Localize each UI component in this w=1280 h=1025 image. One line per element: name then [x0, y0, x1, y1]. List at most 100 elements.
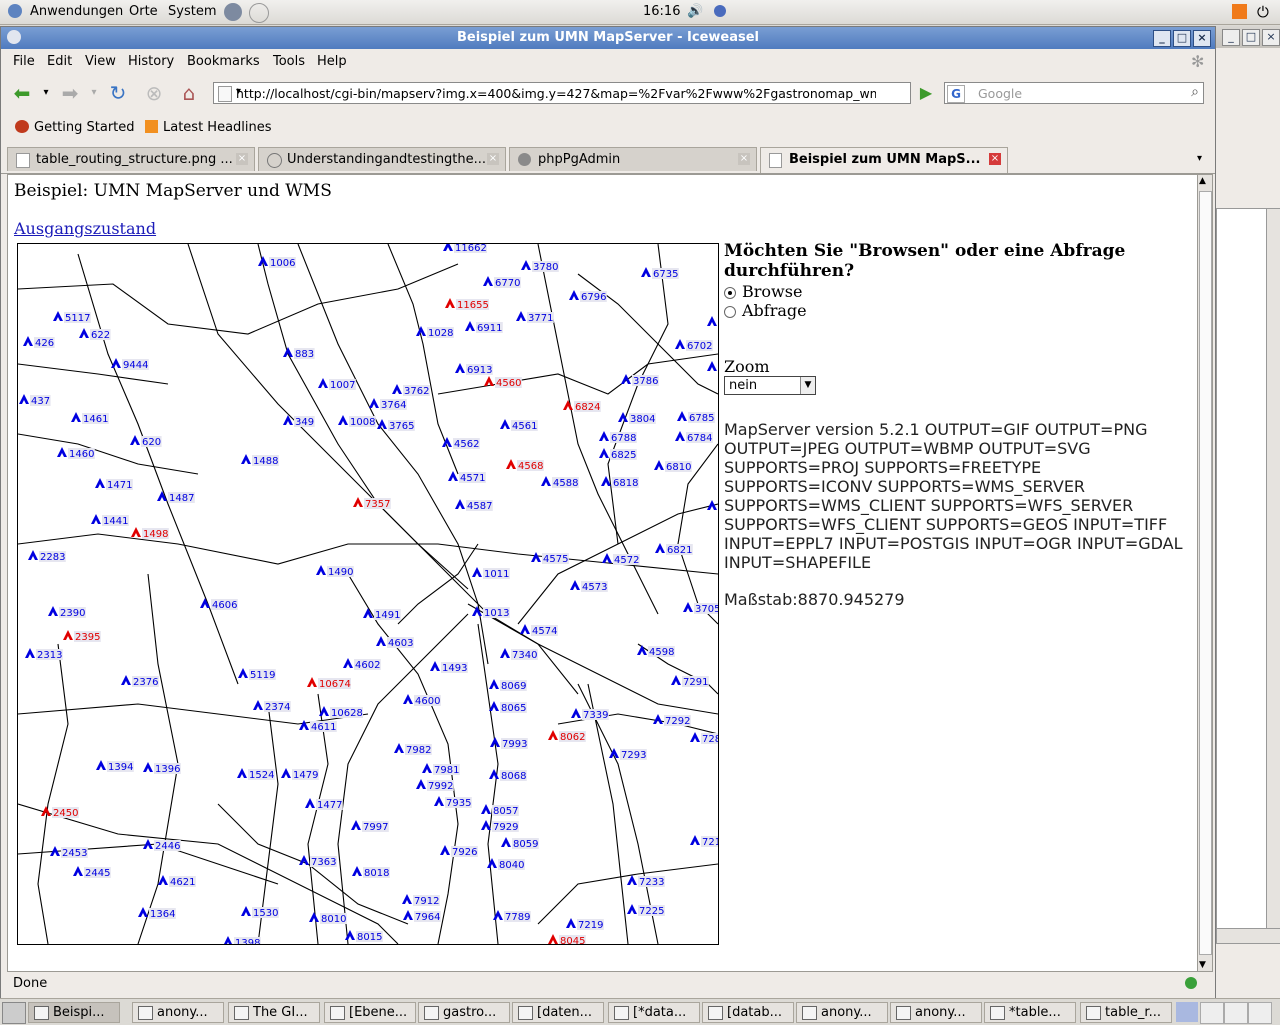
map-marker-8059[interactable]: 8059: [501, 837, 539, 850]
workspace-1[interactable]: [1176, 1002, 1198, 1022]
map-marker-4603[interactable]: 4603: [376, 636, 414, 649]
map-marker-4602[interactable]: 4602: [343, 658, 381, 671]
map-marker-2453[interactable]: 2453: [50, 846, 88, 859]
map-marker-6735[interactable]: 6735: [641, 267, 679, 280]
home-icon[interactable]: ⌂: [176, 81, 202, 105]
map-marker-1396[interactable]: 1396: [143, 762, 181, 775]
bg-close-button[interactable]: ×: [1262, 29, 1280, 46]
map-marker-6770[interactable]: 6770: [483, 276, 521, 289]
bg-minimize-button[interactable]: _: [1222, 29, 1240, 46]
map-marker-8010[interactable]: 8010: [309, 912, 347, 925]
map-marker-7357[interactable]: 7357: [353, 497, 391, 510]
map-marker-4572[interactable]: 4572: [602, 553, 640, 566]
taskbar-button[interactable]: anony...: [890, 1002, 982, 1023]
forward-dropdown-icon[interactable]: ▾: [87, 81, 101, 105]
map-marker-1007[interactable]: 1007: [318, 378, 356, 391]
map-marker-2390[interactable]: 2390: [48, 606, 86, 619]
menu-file[interactable]: File: [13, 54, 35, 69]
maximize-button[interactable]: □: [1173, 30, 1191, 47]
map-marker-2374[interactable]: 2374: [253, 700, 291, 713]
url-bar[interactable]: http://localhost/cgi-bin/mapserv?img.x=4…: [213, 82, 911, 104]
map-image[interactable]: 11662 1006 3780 6735 6770 11655 6796 5117 622 102…: [17, 243, 719, 945]
radio-browse-indicator[interactable]: [724, 286, 736, 299]
map-marker-7340[interactable]: 7340: [500, 648, 538, 661]
map-marker-1013[interactable]: 1013: [472, 606, 510, 619]
taskbar-button[interactable]: table_r...: [1080, 1002, 1172, 1023]
map-marker-4573[interactable]: 4573: [570, 580, 608, 593]
map-marker-6824[interactable]: 6824: [563, 400, 601, 413]
forward-icon[interactable]: ➡: [57, 81, 83, 105]
map-marker-11655[interactable]: 11655: [445, 298, 489, 311]
map-marker-6810[interactable]: 6810: [654, 460, 692, 473]
map-marker-8040[interactable]: 8040: [487, 858, 525, 871]
radio-query-indicator[interactable]: [724, 305, 736, 318]
stop-icon[interactable]: ⊗: [141, 81, 167, 105]
tab-phppgadmin[interactable]: phpPgAdmin ×: [509, 147, 757, 171]
tab-close-icon[interactable]: ×: [487, 153, 499, 165]
menu-help[interactable]: Help: [317, 54, 347, 69]
map-marker-7926[interactable]: 7926: [440, 845, 478, 858]
map-marker-4560[interactable]: 4560: [484, 376, 522, 389]
map-marker-2395[interactable]: 2395: [63, 630, 101, 643]
tab-close-icon[interactable]: ×: [236, 153, 248, 165]
map-marker-1487[interactable]: 1487: [157, 491, 195, 504]
map-marker-6821[interactable]: 6821: [655, 543, 693, 556]
map-marker-7293[interactable]: 7293: [609, 748, 647, 761]
map-marker-622[interactable]: 622: [79, 328, 111, 341]
map-marker-10674[interactable]: 10674: [307, 677, 351, 690]
map-marker-7981[interactable]: 7981: [422, 763, 460, 776]
map-marker-10628[interactable]: 10628: [319, 706, 363, 719]
map-marker-2376[interactable]: 2376: [121, 675, 159, 688]
map-marker-7225[interactable]: 7225: [627, 904, 665, 917]
map-marker-6784[interactable]: 6784: [675, 431, 713, 444]
menu-bookmarks[interactable]: Bookmarks: [187, 54, 260, 69]
map-marker-7929[interactable]: 7929: [481, 820, 519, 833]
map-marker-4568[interactable]: 4568: [506, 459, 544, 472]
map-marker-1008[interactable]: 1008: [338, 415, 376, 428]
map-marker-674[interactable]: 674: [707, 361, 718, 374]
taskbar-button[interactable]: anony...: [796, 1002, 888, 1023]
map-marker-1490[interactable]: 1490: [316, 565, 354, 578]
map-marker-4561[interactable]: 4561: [500, 419, 538, 432]
map-marker-7964[interactable]: 7964: [403, 910, 441, 923]
bg-maximize-button[interactable]: □: [1242, 29, 1260, 46]
map-marker-3764[interactable]: 3764: [369, 398, 407, 411]
map-marker-1498[interactable]: 1498: [131, 527, 169, 540]
window-titlebar[interactable]: Beispiel zum UMN MapServer - Iceweasel _…: [1, 27, 1215, 49]
taskbar-button[interactable]: [*data...: [608, 1002, 700, 1023]
tab-understanding[interactable]: Understandingandtestingthe... ×: [258, 147, 506, 171]
map-marker-1398[interactable]: 1398: [223, 936, 261, 944]
map-marker-6702[interactable]: 6702: [675, 339, 713, 352]
map-marker-1479[interactable]: 1479: [281, 768, 319, 781]
map-marker-4598[interactable]: 4598: [637, 645, 675, 658]
back-dropdown-icon[interactable]: ▾: [39, 81, 53, 105]
menu-edit[interactable]: Edit: [47, 54, 72, 69]
map-marker-7992[interactable]: 7992: [416, 779, 454, 792]
map-marker-1524[interactable]: 1524: [237, 768, 275, 781]
map-marker-620[interactable]: 620: [130, 435, 162, 448]
map-marker-4574[interactable]: 4574: [520, 624, 558, 637]
map-marker-8069[interactable]: 8069: [489, 679, 527, 692]
map-marker-7339[interactable]: 7339: [571, 708, 609, 721]
radio-browse[interactable]: Browse: [724, 282, 1194, 301]
map-marker-4606[interactable]: 4606: [200, 598, 238, 611]
map-marker-1461[interactable]: 1461: [71, 412, 109, 425]
map-marker-1488[interactable]: 1488: [241, 454, 279, 467]
map-marker-7997[interactable]: 7997: [351, 820, 389, 833]
reset-link[interactable]: Ausgangszustand: [14, 219, 156, 238]
map-marker-1530[interactable]: 1530: [241, 906, 279, 919]
map-marker-4587[interactable]: 4587: [455, 499, 493, 512]
map-marker-2313[interactable]: 2313: [25, 648, 63, 661]
map-marker-6911[interactable]: 6911: [465, 321, 503, 334]
map-marker-1011[interactable]: 1011: [472, 567, 510, 580]
map-marker-8062[interactable]: 8062: [548, 730, 586, 743]
browser-launcher-icon[interactable]: [224, 3, 242, 21]
taskbar-button[interactable]: gastro...: [418, 1002, 510, 1023]
logout-icon[interactable]: ⏻: [1257, 3, 1269, 21]
map-marker-6785[interactable]: 6785: [677, 411, 715, 424]
scroll-thumb[interactable]: [1199, 191, 1212, 955]
clock[interactable]: 16:16: [643, 4, 680, 19]
reload-icon[interactable]: ↻: [105, 81, 131, 105]
map-marker-1491[interactable]: 1491: [363, 608, 401, 621]
zoom-select[interactable]: nein ▼: [724, 376, 816, 395]
